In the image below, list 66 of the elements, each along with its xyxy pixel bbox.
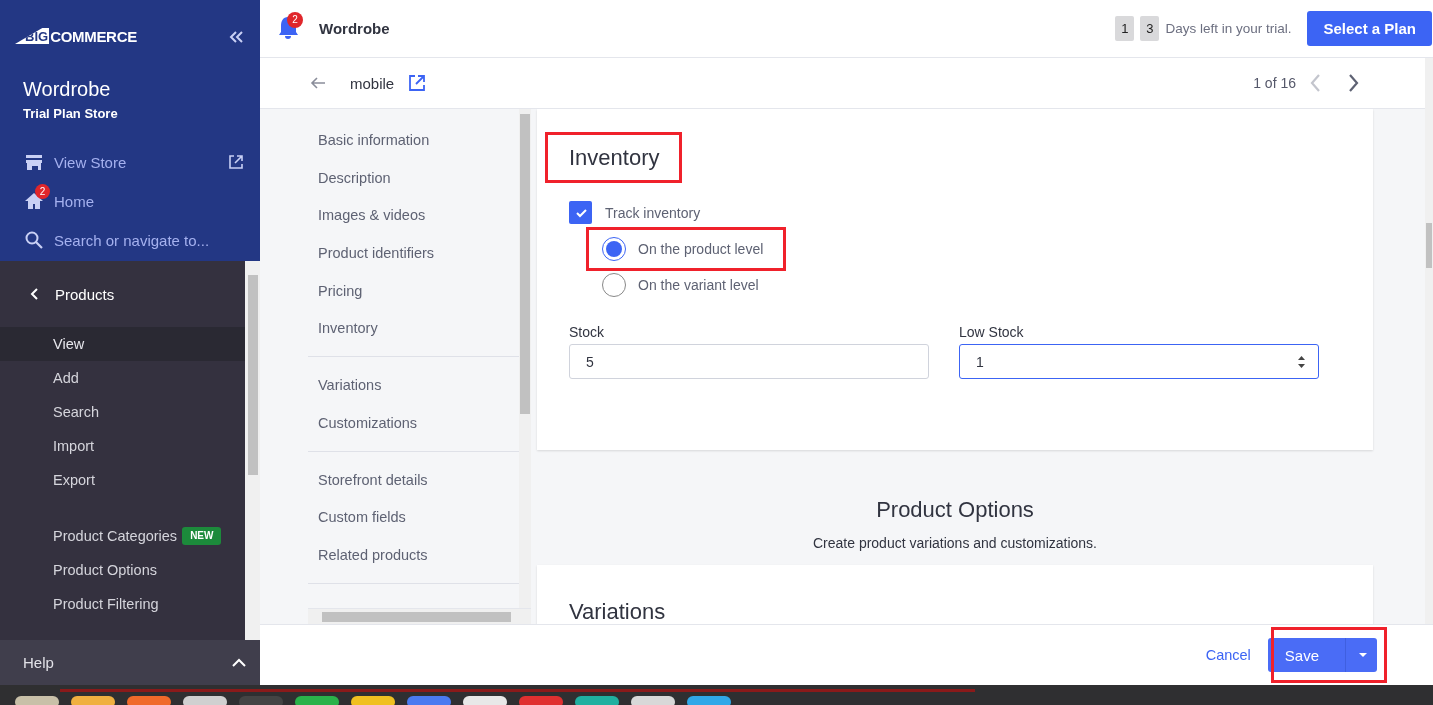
input-field[interactable]: 5 [569,344,929,379]
nav-item[interactable]: Add [0,361,245,395]
collapse-icon[interactable] [228,30,244,44]
section-link[interactable]: Product identifiers [308,235,519,273]
nav-link[interactable]: Home [54,190,244,212]
nav-item[interactable]: Export [0,463,245,497]
nav-item[interactable]: Search [0,395,245,429]
nav-link[interactable]: Search or navigate to... [54,229,244,251]
section-link[interactable]: Variations [308,367,519,405]
checkbox[interactable] [569,201,592,224]
section-link[interactable]: Customizations [308,404,519,443]
radio-label: On the variant level [638,277,759,293]
notification-badge: 2 [287,11,303,28]
section-link[interactable]: Pricing [308,272,519,311]
chevron-up-icon [232,657,246,668]
product-title: mobile [350,74,395,92]
scrollbar[interactable] [519,109,531,608]
section-title: Product Options [875,497,1035,523]
nav-item[interactable]: Product Filtering [0,587,245,621]
section-link[interactable]: Inventory [308,310,519,349]
field-label: Stock [569,324,605,340]
nav-link[interactable]: View Store [54,151,244,173]
section-heading: Inventory [569,145,660,171]
section-title[interactable]: Products [55,285,115,303]
search-icon [24,230,44,250]
store-icon [24,152,44,172]
radio-label: On the product level [638,241,764,257]
save-button[interactable]: Save [1267,638,1377,672]
field-label: Low Stock [959,324,1025,340]
caret-icon[interactable] [1359,653,1367,657]
section-link[interactable]: Description [308,159,519,198]
radio-button[interactable] [602,273,626,297]
section-subtitle: Create product variations and customizations. [811,535,1098,551]
new-badge: NEW [182,527,222,545]
input-field[interactable]: 1 [959,344,1319,379]
store-plan: Trial Plan Store [23,106,119,121]
trial-text: Days left in your trial. [1165,21,1292,36]
notification-badge: 2 [35,184,50,199]
nav-item[interactable]: Product Categories NEW [0,519,245,553]
next-icon[interactable] [1347,74,1359,92]
help-bar[interactable]: Help [0,640,260,685]
nav-item[interactable]: Import [0,429,245,463]
section-heading: Variations [569,599,667,624]
radio-button[interactable] [602,237,626,261]
checkbox-label: Track inventory [605,204,701,221]
store-name: Wordrobe [319,20,391,37]
section-link[interactable]: Custom fields [308,499,519,537]
nav-item[interactable]: View [0,327,245,361]
nav-item[interactable]: Product Options [0,553,245,587]
store-name: Wordrobe [23,78,112,101]
section-link[interactable]: Images & videos [308,197,519,236]
scrollbar[interactable] [1425,58,1433,624]
select-plan-button[interactable]: Select a Plan [1307,11,1432,46]
section-link[interactable]: Basic information [308,122,519,160]
day-digit: 1 [1115,16,1135,41]
cancel-link[interactable]: Cancel [1205,647,1251,663]
back-arrow-icon[interactable] [310,76,326,90]
section-link[interactable]: Related products [308,536,519,575]
scrollbar[interactable] [308,608,531,624]
day-digit: 3 [1140,16,1160,41]
scrollbar[interactable] [245,261,260,640]
external-link-icon[interactable] [408,74,427,92]
section-link[interactable]: Storefront details [308,461,519,500]
back-chevron-icon[interactable] [30,288,39,300]
pager-text: 1 of 16 [1253,75,1296,91]
stepper-icon[interactable] [1297,354,1306,369]
